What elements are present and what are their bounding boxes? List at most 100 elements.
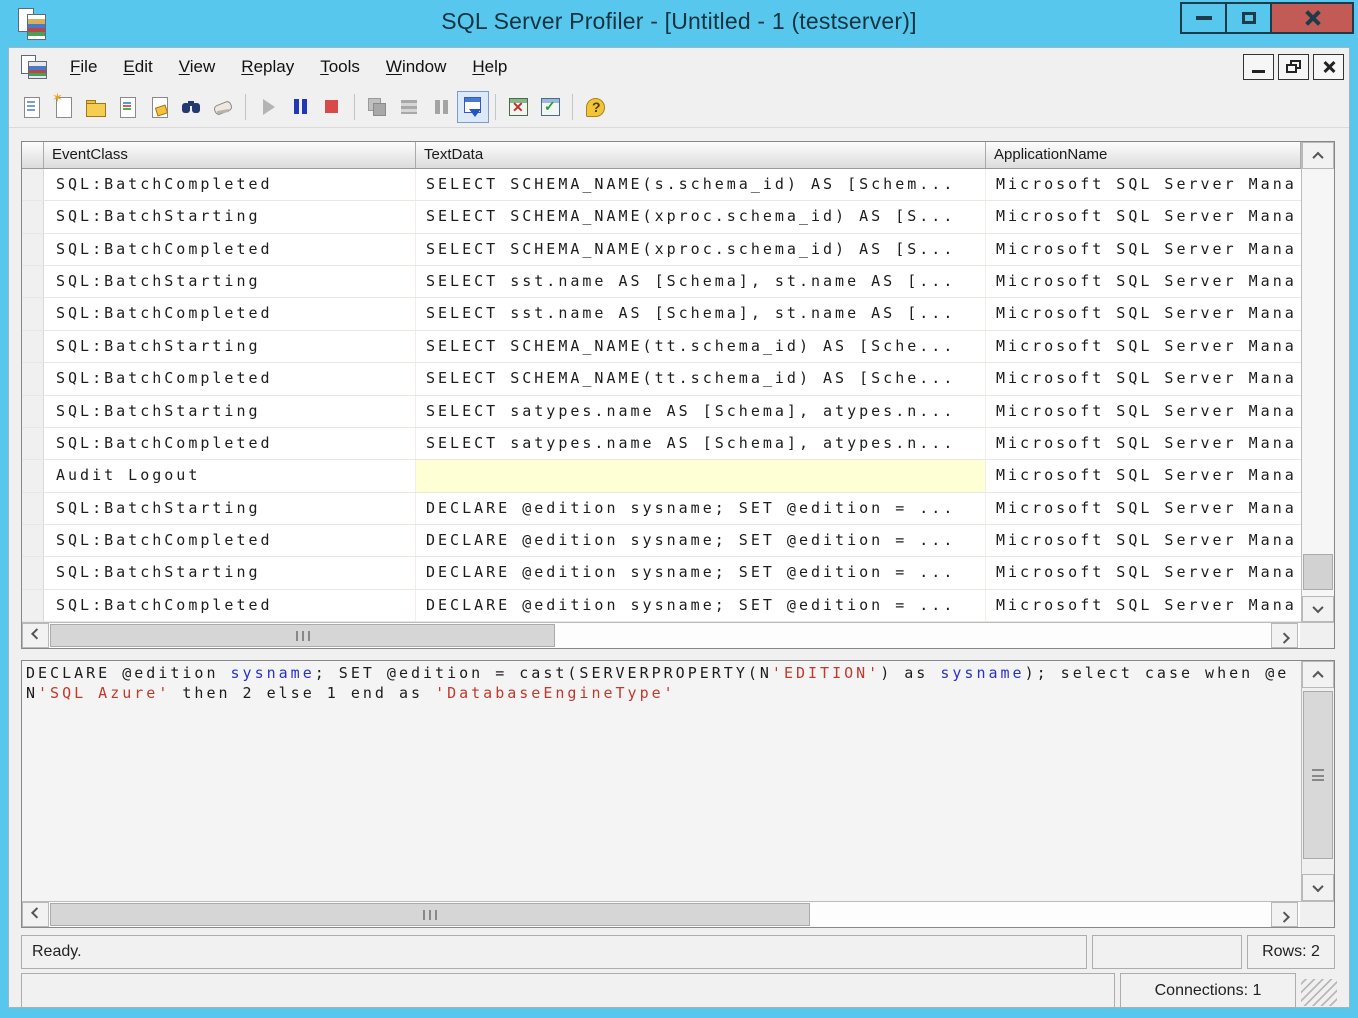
grid-vertical-scrollbar[interactable] bbox=[1301, 142, 1334, 622]
cell-textdata: SELECT SCHEMA_NAME(tt.schema_id) AS [Sch… bbox=[416, 363, 986, 394]
sql-text-pane[interactable]: DECLARE @edition sysname; SET @edition =… bbox=[21, 660, 1335, 928]
clear-trace-button[interactable] bbox=[207, 91, 239, 123]
cell-textdata: SELECT satypes.name AS [Schema], atypes.… bbox=[416, 428, 986, 459]
horizontal-scroll-thumb[interactable] bbox=[50, 624, 555, 647]
window-frame: FileEditViewReplayToolsWindowHelp EventC… bbox=[8, 47, 1350, 1008]
chevron-right-icon bbox=[1278, 632, 1289, 643]
help-button[interactable] bbox=[579, 91, 611, 123]
new-trace-icon bbox=[19, 95, 43, 119]
pane-vertical-scrollbar[interactable] bbox=[1301, 661, 1334, 901]
scroll-up-button[interactable] bbox=[1302, 142, 1334, 169]
table-row[interactable]: SQL:BatchCompletedSELECT SCHEMA_NAME(s.s… bbox=[22, 169, 1301, 201]
vertical-scroll-thumb[interactable] bbox=[1303, 554, 1333, 590]
close-icon bbox=[1303, 9, 1321, 27]
toolbar-separator bbox=[245, 94, 246, 120]
scroll-up-button[interactable] bbox=[1302, 661, 1334, 688]
maximize-button[interactable] bbox=[1225, 2, 1272, 34]
cell-textdata: DECLARE @edition sysname; SET @edition =… bbox=[416, 590, 986, 621]
properties-button[interactable] bbox=[143, 91, 175, 123]
open-icon bbox=[83, 95, 107, 119]
menu-edit[interactable]: Edit bbox=[110, 52, 165, 82]
table-row[interactable]: SQL:BatchCompletedSELECT SCHEMA_NAME(tt.… bbox=[22, 363, 1301, 395]
column-header-applicationname[interactable]: ApplicationName bbox=[986, 142, 1301, 169]
menu-tools[interactable]: Tools bbox=[307, 52, 373, 82]
open-button[interactable] bbox=[79, 91, 111, 123]
row-selector bbox=[22, 525, 44, 556]
cell-applicationname: Microsoft SQL Server Mana bbox=[986, 460, 1301, 491]
menu-bar: FileEditViewReplayToolsWindowHelp bbox=[9, 48, 1349, 86]
chevron-down-icon bbox=[1312, 880, 1323, 891]
table-row[interactable]: SQL:BatchCompletedSELECT SCHEMA_NAME(xpr… bbox=[22, 234, 1301, 266]
stop-button[interactable] bbox=[316, 91, 348, 123]
table-row[interactable]: SQL:BatchCompletedDECLARE @edition sysna… bbox=[22, 525, 1301, 557]
cell-applicationname: Microsoft SQL Server Mana bbox=[986, 169, 1301, 200]
client-area: EventClass TextData ApplicationName SQL:… bbox=[11, 129, 1347, 1005]
row-selector bbox=[22, 590, 44, 621]
cell-eventclass: SQL:BatchStarting bbox=[44, 201, 416, 232]
menu-file[interactable]: File bbox=[57, 52, 110, 82]
step-icon bbox=[365, 95, 389, 119]
table-row[interactable]: SQL:BatchStartingSELECT SCHEMA_NAME(xpro… bbox=[22, 201, 1301, 233]
menu-view[interactable]: View bbox=[166, 52, 229, 82]
menu-replay[interactable]: Replay bbox=[228, 52, 307, 82]
aggregate-view-button[interactable] bbox=[534, 91, 566, 123]
column-header-textdata[interactable]: TextData bbox=[416, 142, 986, 169]
resize-grip[interactable] bbox=[1301, 979, 1337, 1006]
status-empty-panel bbox=[1092, 935, 1242, 969]
vertical-scroll-thumb[interactable] bbox=[1303, 691, 1333, 859]
cell-applicationname: Microsoft SQL Server Mana bbox=[986, 363, 1301, 394]
child-minimize-button[interactable] bbox=[1243, 54, 1274, 80]
new-trace-button[interactable] bbox=[15, 91, 47, 123]
menu-help[interactable]: Help bbox=[459, 52, 520, 82]
cell-applicationname: Microsoft SQL Server Mana bbox=[986, 331, 1301, 362]
cell-textdata: SELECT SCHEMA_NAME(xproc.schema_id) AS [… bbox=[416, 201, 986, 232]
table-row[interactable]: SQL:BatchStartingDECLARE @edition sysnam… bbox=[22, 557, 1301, 589]
cell-eventclass: SQL:BatchStarting bbox=[44, 493, 416, 524]
scroll-right-button[interactable] bbox=[1271, 623, 1298, 648]
child-close-icon bbox=[1322, 60, 1336, 74]
pane-horizontal-scrollbar[interactable] bbox=[22, 901, 1334, 927]
grid-horizontal-scrollbar[interactable] bbox=[22, 622, 1334, 648]
cell-applicationname: Microsoft SQL Server Mana bbox=[986, 396, 1301, 427]
table-row[interactable]: SQL:BatchStartingSELECT SCHEMA_NAME(tt.s… bbox=[22, 331, 1301, 363]
table-row[interactable]: SQL:BatchCompletedSELECT sst.name AS [Sc… bbox=[22, 298, 1301, 330]
run-to-icon bbox=[397, 95, 421, 119]
grid-body: SQL:BatchCompletedSELECT SCHEMA_NAME(s.s… bbox=[22, 169, 1301, 622]
child-restore-button[interactable] bbox=[1278, 54, 1309, 80]
scroll-down-button[interactable] bbox=[1302, 596, 1334, 622]
table-row[interactable]: SQL:BatchCompletedSELECT satypes.name AS… bbox=[22, 428, 1301, 460]
row-selector bbox=[22, 201, 44, 232]
table-row[interactable]: SQL:BatchStartingSELECT sst.name AS [Sch… bbox=[22, 266, 1301, 298]
table-row[interactable]: SQL:BatchCompletedDECLARE @edition sysna… bbox=[22, 590, 1301, 622]
scroll-left-button[interactable] bbox=[22, 623, 49, 648]
status-ready: Ready. bbox=[21, 935, 1087, 969]
window-title: SQL Server Profiler - [Untitled - 1 (tes… bbox=[0, 8, 1358, 35]
minimize-icon bbox=[1196, 16, 1212, 20]
menu-window[interactable]: Window bbox=[373, 52, 459, 82]
autoscroll-button[interactable] bbox=[457, 91, 489, 123]
cell-textdata: SELECT SCHEMA_NAME(xproc.schema_id) AS [… bbox=[416, 234, 986, 265]
new-document-button[interactable] bbox=[47, 91, 79, 123]
pause-button[interactable] bbox=[284, 91, 316, 123]
find-button[interactable] bbox=[175, 91, 207, 123]
autoscroll-icon bbox=[461, 95, 485, 119]
save-button[interactable] bbox=[111, 91, 143, 123]
sql-line: DECLARE @edition sysname; SET @edition =… bbox=[26, 663, 1298, 683]
chevron-down-icon bbox=[1312, 602, 1323, 613]
child-close-button[interactable] bbox=[1313, 54, 1344, 80]
title-bar[interactable]: SQL Server Profiler - [Untitled - 1 (tes… bbox=[0, 0, 1358, 47]
scroll-down-button[interactable] bbox=[1302, 874, 1334, 901]
scroll-left-button[interactable] bbox=[22, 902, 49, 927]
organize-columns-button[interactable] bbox=[502, 91, 534, 123]
table-row[interactable]: SQL:BatchStartingSELECT satypes.name AS … bbox=[22, 396, 1301, 428]
horizontal-scroll-thumb[interactable] bbox=[50, 903, 810, 926]
close-button[interactable] bbox=[1270, 2, 1354, 34]
scroll-right-button[interactable] bbox=[1271, 902, 1298, 927]
table-row[interactable]: SQL:BatchStartingDECLARE @edition sysnam… bbox=[22, 493, 1301, 525]
chevron-up-icon bbox=[1312, 670, 1323, 681]
column-header-eventclass[interactable]: EventClass bbox=[44, 142, 416, 169]
cell-textdata: SELECT sst.name AS [Schema], st.name AS … bbox=[416, 298, 986, 329]
table-row[interactable]: Audit LogoutMicrosoft SQL Server Mana bbox=[22, 460, 1301, 492]
minimize-button[interactable] bbox=[1180, 2, 1227, 34]
cell-eventclass: SQL:BatchCompleted bbox=[44, 234, 416, 265]
